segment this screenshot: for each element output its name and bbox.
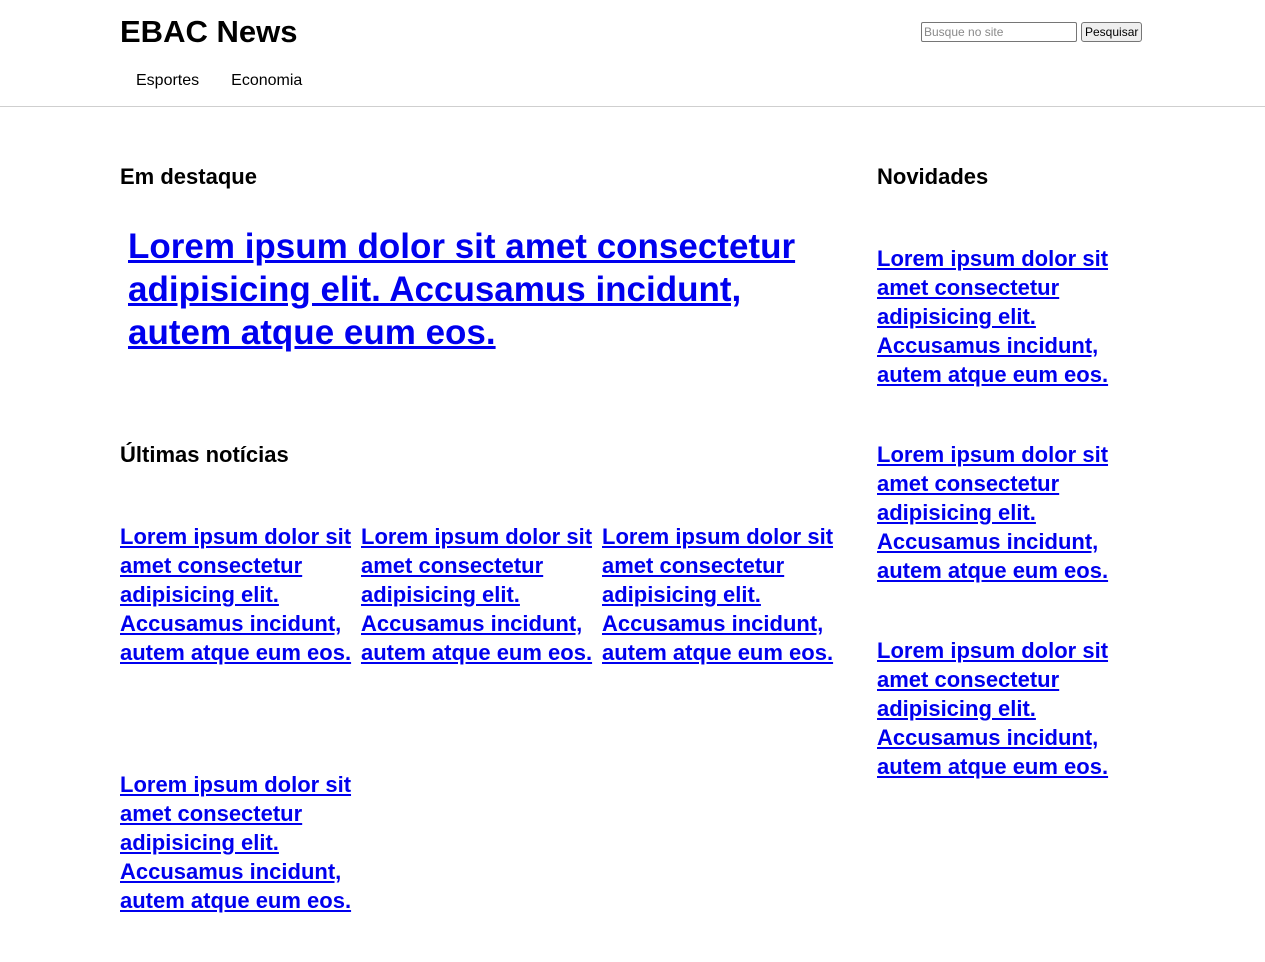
search-button[interactable]: Pesquisar — [1081, 22, 1143, 42]
news-section-title: Novidades — [877, 164, 989, 189]
search-input[interactable] — [921, 22, 1077, 42]
site-logo: EBAC News — [120, 14, 298, 49]
latest-news-link[interactable]: Lorem ipsum dolor sit amet consectetur a… — [602, 522, 834, 667]
sidebar-news-link[interactable]: Lorem ipsum dolor sit amet consectetur a… — [877, 440, 1127, 585]
latest-news-link[interactable]: Lorem ipsum dolor sit amet consectetur a… — [120, 522, 352, 667]
nav-link-economia[interactable]: Economia — [231, 71, 302, 90]
main-nav: Esportes Economia — [136, 71, 302, 90]
sidebar-news-link[interactable]: Lorem ipsum dolor sit amet consectetur a… — [877, 636, 1127, 781]
sidebar-news-link[interactable]: Lorem ipsum dolor sit amet consectetur a… — [877, 244, 1127, 389]
featured-section-title: Em destaque — [120, 164, 257, 189]
latest-news-link[interactable]: Lorem ipsum dolor sit amet consectetur a… — [120, 770, 352, 915]
search-form: Pesquisar — [921, 22, 1143, 42]
latest-news-link[interactable]: Lorem ipsum dolor sit amet consectetur a… — [361, 522, 593, 667]
latest-section-title: Últimas notícias — [120, 442, 289, 467]
nav-link-esportes[interactable]: Esportes — [136, 71, 199, 90]
featured-headline-link[interactable]: Lorem ipsum dolor sit amet consectetur a… — [128, 225, 843, 354]
site-header: EBAC News Pesquisar Esportes Economia — [0, 0, 1265, 107]
